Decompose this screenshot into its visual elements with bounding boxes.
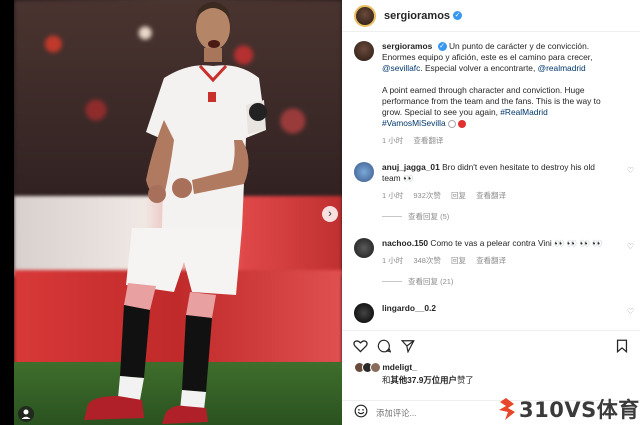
post-photo[interactable]: [14, 0, 342, 425]
post-header: sergioramos ✓: [342, 0, 640, 32]
comment-likes[interactable]: 932次赞: [413, 191, 441, 200]
heart-icon[interactable]: [352, 338, 368, 354]
bookmark-icon[interactable]: [614, 338, 630, 354]
commenter-username[interactable]: lingardo__0.2: [382, 303, 436, 313]
comment-time: 1 小时: [382, 191, 404, 200]
post-actions-bar: [342, 330, 640, 360]
caption-mention-sevilla[interactable]: @sevillafc: [382, 63, 420, 73]
post-username[interactable]: sergioramos: [384, 10, 450, 22]
white-circle-icon: [447, 119, 456, 128]
commenter-username[interactable]: anuj_jagga_01: [382, 162, 440, 172]
comment-time: 1 小时: [382, 256, 404, 265]
caption-meta: 1 小时 查看翻译: [382, 135, 622, 146]
caption-hashtag-vamosmisevilla[interactable]: #VamosMiSevilla: [382, 118, 446, 128]
commenter-avatar[interactable]: [354, 162, 374, 182]
view-replies-link[interactable]: 查看回复 (21): [382, 276, 640, 287]
heart-icon[interactable]: ♡: [627, 166, 634, 175]
verified-icon: ✓: [437, 42, 447, 52]
likes-summary: mdeligt_: [354, 362, 417, 374]
comment-meta: 1 小时 932次赞 回复 查看翻译: [382, 190, 614, 201]
comment-item: nachoo.150 Como te vas a pelear contra V…: [342, 238, 640, 266]
next-image-button[interactable]: ›: [322, 206, 338, 222]
commenter-avatar[interactable]: [354, 238, 374, 258]
caption-text-es2: . Especial volver a encontrarte,: [420, 63, 536, 73]
post-caption: sergioramos ✓ Un punto de carácter y de …: [342, 33, 640, 146]
verified-icon: ✓: [453, 11, 463, 20]
comment-item: anuj_jagga_01 Bro didn't even hesitate t…: [342, 162, 640, 201]
watermark-logo-icon: [499, 398, 515, 420]
translate-link[interactable]: 查看翻译: [476, 256, 506, 265]
comment-input[interactable]: [376, 408, 496, 418]
share-icon[interactable]: [400, 338, 416, 354]
player-figure: [84, 2, 267, 424]
comment-likes[interactable]: 348次赞: [413, 256, 441, 265]
comment-icon[interactable]: [376, 338, 392, 354]
see-translation-link[interactable]: 查看翻译: [413, 136, 443, 145]
reply-link[interactable]: 回复: [451, 256, 466, 265]
comments-scroll-area[interactable]: sergioramos ✓ Un punto de carácter y de …: [342, 33, 640, 328]
red-circle-icon: [458, 119, 467, 128]
comment-item: lingardo__0.2 ♡: [342, 303, 640, 323]
likes-suffix: 赞了: [456, 375, 474, 385]
liker-username[interactable]: mdeligt_: [382, 362, 416, 372]
comment-text: Como te vas a pelear contra Vini 👀 👀 👀 👀: [430, 238, 603, 248]
translate-link[interactable]: 查看翻译: [476, 191, 506, 200]
emoji-icon[interactable]: [354, 404, 368, 423]
watermark-text: 310VS体育: [519, 398, 640, 422]
caption-hashtag-realmadrid[interactable]: #RealMadrid: [500, 107, 547, 117]
view-replies-link[interactable]: 查看回复 (5): [382, 211, 640, 222]
liker-avatars: [354, 362, 381, 374]
likes-others-link[interactable]: 其他37.9万位用户: [390, 375, 457, 385]
chevron-right-icon: ›: [328, 208, 332, 220]
caption-avatar[interactable]: [354, 41, 374, 61]
caption-username[interactable]: sergioramos: [382, 41, 432, 51]
comment-meta: 1 小时 348次赞 回复 查看翻译: [382, 255, 614, 266]
reply-link[interactable]: 回复: [451, 191, 466, 200]
caption-time: 1 小时: [382, 136, 404, 145]
caption-mention-realmadrid[interactable]: @realmadrid: [538, 63, 586, 73]
likes-count: 和其他37.9万位用户赞了: [382, 374, 474, 386]
tagged-users-icon[interactable]: [18, 406, 34, 422]
commenter-avatar[interactable]: [354, 303, 374, 323]
avatar[interactable]: [354, 4, 376, 27]
heart-icon[interactable]: ♡: [627, 307, 634, 316]
left-margin: [0, 0, 14, 425]
caption-text-en: A point earned through character and con…: [382, 85, 601, 117]
commenter-username[interactable]: nachoo.150: [382, 238, 428, 248]
heart-icon[interactable]: ♡: [627, 242, 634, 251]
watermark: 310VS体育: [496, 396, 640, 422]
post-details-panel: sergioramos ✓ sergioramos ✓ Un punto de …: [342, 0, 640, 425]
